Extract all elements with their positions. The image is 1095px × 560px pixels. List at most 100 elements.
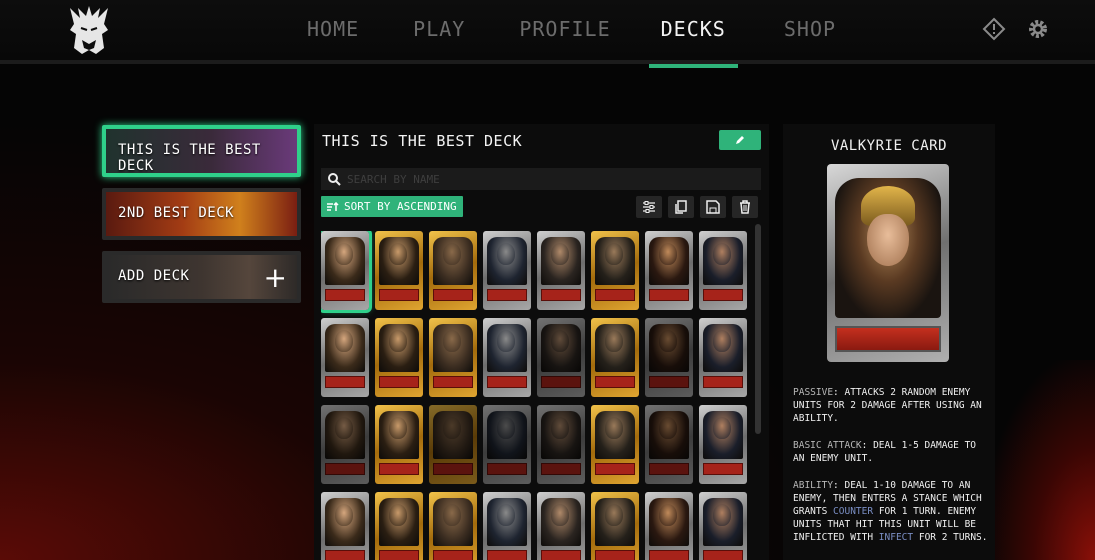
deck-card[interactable]	[645, 231, 693, 310]
card-nameplate	[325, 376, 365, 388]
top-icons	[981, 16, 1051, 42]
deck-card[interactable]	[375, 492, 423, 560]
nav-profile[interactable]: PROFILE	[519, 0, 610, 64]
card-portrait	[335, 504, 353, 526]
card-portrait	[551, 417, 569, 439]
card-nameplate	[325, 463, 365, 475]
deck-card[interactable]	[429, 318, 477, 397]
copy-icon	[675, 200, 687, 214]
card-nameplate	[703, 463, 743, 475]
search-bar	[321, 168, 761, 190]
deck-card[interactable]	[537, 405, 585, 484]
deck-card[interactable]	[591, 405, 639, 484]
edit-deck-button[interactable]	[719, 130, 761, 150]
sort-button[interactable]: SORT BY ASCENDING	[321, 196, 463, 217]
deck-tile-best[interactable]: THIS IS THE BEST DECK	[102, 125, 301, 177]
deck-card[interactable]	[375, 318, 423, 397]
nav-play[interactable]: PLAY	[413, 0, 465, 64]
card-portrait	[497, 243, 515, 265]
sort-ascending-icon	[327, 201, 339, 211]
deck-card[interactable]	[699, 492, 747, 560]
viking-logo-icon[interactable]	[64, 4, 114, 56]
ember-glow	[985, 360, 1095, 560]
deck-card[interactable]	[699, 231, 747, 310]
deck-card[interactable]	[429, 405, 477, 484]
deck-tile-second[interactable]: 2ND BEST DECK	[102, 188, 301, 240]
card-nameplate	[487, 376, 527, 388]
deck-card[interactable]	[321, 231, 372, 313]
card-portrait	[605, 330, 623, 352]
deck-card[interactable]	[429, 492, 477, 560]
card-nameplate	[379, 376, 419, 388]
card-nameplate	[703, 550, 743, 560]
card-nameplate	[649, 550, 689, 560]
deck-tools	[636, 196, 758, 218]
deck-card[interactable]	[483, 405, 531, 484]
card-nameplate	[703, 289, 743, 301]
card-nameplate	[487, 289, 527, 301]
currency-diamond-icon[interactable]	[981, 16, 1007, 42]
deck-card[interactable]	[699, 405, 747, 484]
sort-label: SORT BY ASCENDING	[344, 200, 457, 213]
deck-card[interactable]	[483, 492, 531, 560]
card-portrait	[389, 504, 407, 526]
nav-decks[interactable]: DECKS	[648, 0, 739, 68]
deck-card[interactable]	[429, 231, 477, 310]
deck-card[interactable]	[483, 231, 531, 310]
deck-card[interactable]	[321, 492, 369, 560]
card-description: PASSIVE: ATTACKS 2 RANDOM ENEMY UNITS FO…	[793, 386, 988, 558]
card-portrait	[335, 243, 353, 265]
deck-card[interactable]	[591, 492, 639, 560]
card-portrait	[443, 417, 461, 439]
search-input[interactable]	[347, 172, 747, 186]
save-button[interactable]	[700, 196, 726, 218]
card-nameplate	[379, 550, 419, 560]
card-nameplate	[595, 463, 635, 475]
card-portrait	[443, 243, 461, 265]
grid-scrollbar[interactable]	[755, 224, 761, 434]
card-nameplate	[433, 463, 473, 475]
deck-card[interactable]	[537, 492, 585, 560]
deck-card[interactable]	[645, 405, 693, 484]
deck-card[interactable]	[591, 318, 639, 397]
deck-card[interactable]	[645, 318, 693, 397]
deck-card[interactable]	[699, 318, 747, 397]
search-icon	[328, 173, 341, 186]
deck-card[interactable]	[591, 231, 639, 310]
deck-editor-panel: THIS IS THE BEST DECK SORT BY ASCENDING	[314, 124, 769, 560]
deck-card[interactable]	[321, 318, 369, 397]
filter-button[interactable]	[636, 196, 662, 218]
deck-title: THIS IS THE BEST DECK	[322, 132, 523, 150]
card-detail-panel: VALKYRIE CARD PASSIVE: ATTACKS 2 RANDOM …	[783, 124, 995, 560]
deck-card[interactable]	[645, 492, 693, 560]
card-nameplate	[595, 289, 635, 301]
deck-card[interactable]	[375, 405, 423, 484]
card-nameplate	[541, 550, 581, 560]
valkyrie-card-art	[827, 164, 949, 362]
card-detail-title: VALKYRIE CARD	[830, 138, 948, 154]
card-portrait	[551, 243, 569, 265]
delete-button[interactable]	[732, 196, 758, 218]
card-nameplate	[649, 289, 689, 301]
card-portrait	[389, 330, 407, 352]
card-portrait	[335, 417, 353, 439]
nav-home[interactable]: HOME	[307, 0, 359, 64]
deck-card[interactable]	[537, 318, 585, 397]
deck-card[interactable]	[375, 231, 423, 310]
deck-card[interactable]	[321, 405, 369, 484]
deck-card[interactable]	[537, 231, 585, 310]
counter-keyword: COUNTER	[833, 506, 874, 517]
card-portrait	[335, 330, 353, 352]
gear-icon[interactable]	[1025, 16, 1051, 42]
pencil-icon	[736, 136, 744, 144]
deck-tile-label: 2ND BEST DECK	[118, 205, 235, 221]
add-deck-button[interactable]: ADD DECK +	[102, 251, 301, 303]
deck-card[interactable]	[483, 318, 531, 397]
card-portrait	[605, 243, 623, 265]
basic-attack-key: BASIC ATTACK	[793, 440, 862, 451]
nav-shop[interactable]: SHOP	[784, 0, 836, 64]
sliders-icon	[643, 201, 655, 213]
basic-attack-description: BASIC ATTACK: DEAL 1-5 DAMAGE TO AN ENEM…	[793, 439, 988, 465]
add-deck-label: ADD DECK	[118, 268, 190, 284]
copy-button[interactable]	[668, 196, 694, 218]
